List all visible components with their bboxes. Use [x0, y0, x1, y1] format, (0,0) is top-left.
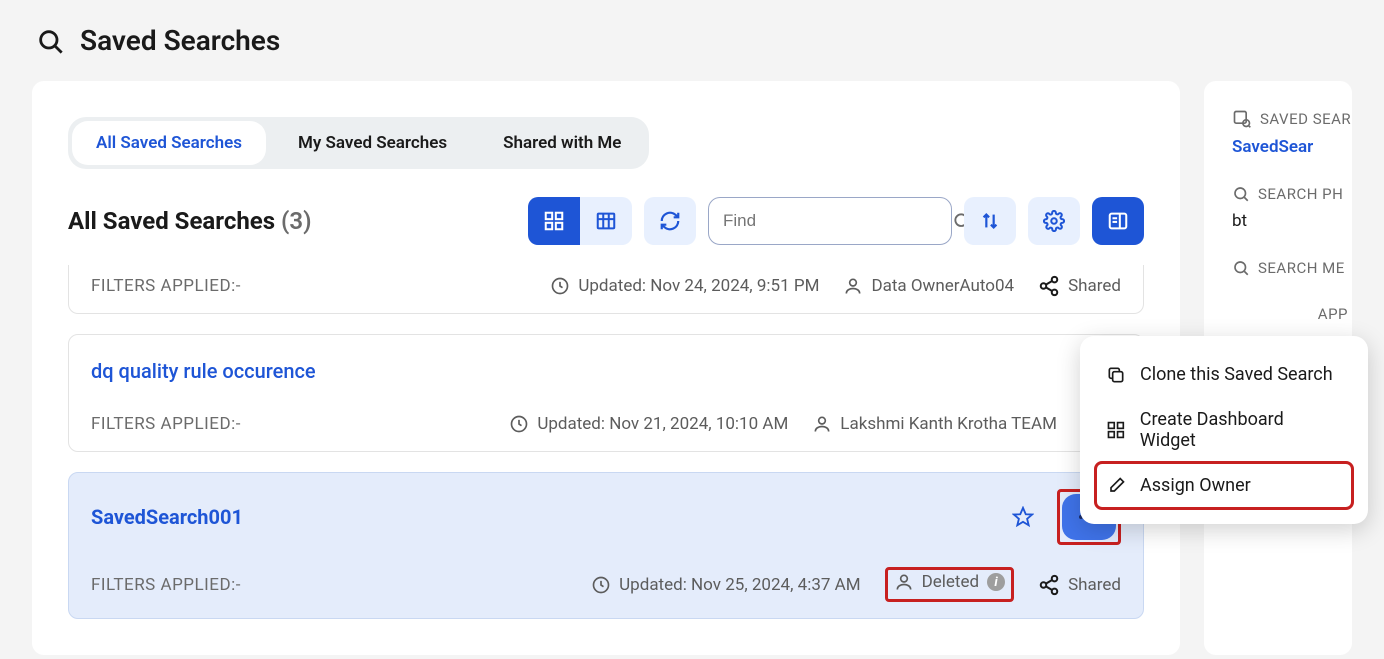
side-phrase-value: bt	[1232, 211, 1352, 231]
card-title[interactable]: dq quality rule occurence	[91, 359, 316, 383]
saved-search-card[interactable]: dq quality rule occurence FILTERS APPLIE…	[68, 334, 1144, 452]
grid-view-button[interactable]	[528, 197, 580, 245]
item-count: (3)	[281, 207, 311, 235]
menu-assign-owner-label: Assign Owner	[1140, 475, 1251, 496]
filters-applied-label: FILTERS APPLIED:-	[91, 575, 241, 595]
tab-my[interactable]: My Saved Searches	[274, 121, 471, 165]
menu-assign-owner[interactable]: Assign Owner	[1096, 463, 1352, 508]
info-icon[interactable]: i	[987, 573, 1005, 591]
updated-meta: Updated: Nov 24, 2024, 9:51 PM	[550, 276, 819, 296]
updated-text: Updated: Nov 24, 2024, 9:51 PM	[578, 276, 819, 296]
tab-shared[interactable]: Shared with Me	[479, 121, 645, 165]
favorite-button[interactable]	[1003, 497, 1043, 537]
refresh-button[interactable]	[644, 197, 696, 245]
menu-clone[interactable]: Clone this Saved Search	[1096, 352, 1352, 397]
main-panel: All Saved Searches My Saved Searches Sha…	[32, 81, 1180, 655]
search-icon	[36, 27, 64, 55]
context-menu: Clone this Saved Search Create Dashboard…	[1080, 336, 1368, 524]
details-panel-toggle[interactable]	[1092, 197, 1144, 245]
owner-text: Deleted	[922, 572, 979, 592]
sort-button[interactable]	[964, 197, 1016, 245]
highlight-owner-deleted: Deleted i	[885, 567, 1014, 602]
shared-text: Shared	[1068, 575, 1121, 595]
menu-dashboard-widget[interactable]: Create Dashboard Widget	[1096, 397, 1352, 463]
toolbar	[528, 197, 1144, 245]
gear-button[interactable]	[1028, 197, 1080, 245]
filters-applied-label: FILTERS APPLIED:-	[91, 414, 241, 434]
table-view-button[interactable]	[580, 197, 632, 245]
side-phrase-label-text: SEARCH PH	[1258, 185, 1343, 203]
side-name-label-text: SAVED SEAR	[1260, 110, 1351, 128]
find-input[interactable]	[723, 211, 944, 231]
owner-text: Lakshmi Kanth Krotha TEAM	[840, 414, 1057, 434]
side-method-label-text: SEARCH ME	[1258, 259, 1345, 277]
shared-text: Shared	[1068, 276, 1121, 296]
updated-text: Updated: Nov 21, 2024, 10:10 AM	[537, 414, 788, 434]
owner-text: Data OwnerAuto04	[871, 276, 1014, 296]
side-name-value[interactable]: SavedSear	[1232, 137, 1352, 157]
updated-text: Updated: Nov 25, 2024, 4:37 AM	[619, 575, 860, 595]
menu-dashboard-widget-label: Create Dashboard Widget	[1140, 409, 1342, 451]
find-input-wrapper	[708, 197, 952, 245]
saved-search-card[interactable]: SavedSearch001 FILTERS APPLIED:-	[68, 472, 1144, 619]
filters-applied-label: FILTERS APPLIED:-	[91, 276, 241, 296]
side-applied-fragment: APP	[1232, 305, 1348, 323]
saved-search-card[interactable]: FILTERS APPLIED:- Updated: Nov 24, 2024,…	[68, 265, 1144, 314]
tabs: All Saved Searches My Saved Searches Sha…	[68, 117, 649, 169]
shared-meta: Shared	[1038, 275, 1121, 297]
shared-meta: Shared	[1038, 574, 1121, 596]
owner-meta: Lakshmi Kanth Krotha TEAM	[812, 414, 1057, 434]
updated-meta: Updated: Nov 21, 2024, 10:10 AM	[509, 414, 788, 434]
card-title[interactable]: SavedSearch001	[91, 505, 243, 529]
owner-meta: Deleted i	[894, 572, 1005, 592]
tab-all[interactable]: All Saved Searches	[72, 121, 266, 165]
subheader-title-text: All Saved Searches	[68, 207, 275, 235]
side-method-label: SEARCH ME	[1232, 259, 1352, 277]
page-title: Saved Searches	[80, 24, 280, 57]
side-phrase-label: SEARCH PH	[1232, 185, 1352, 203]
side-name-label: SAVED SEAR	[1232, 109, 1352, 129]
menu-clone-label: Clone this Saved Search	[1140, 364, 1333, 385]
subheader-title: All Saved Searches (3)	[68, 207, 312, 235]
updated-meta: Updated: Nov 25, 2024, 4:37 AM	[591, 575, 860, 595]
owner-meta: Data OwnerAuto04	[843, 276, 1014, 296]
